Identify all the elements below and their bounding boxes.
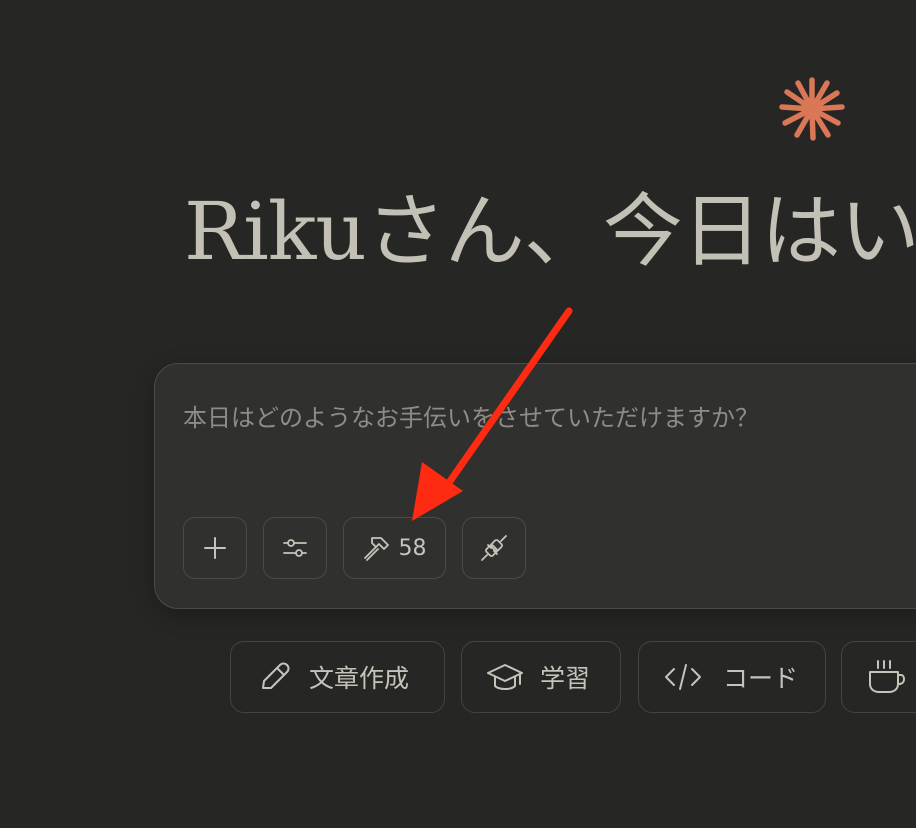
chip-life[interactable]	[841, 641, 916, 713]
code-brackets-icon	[665, 664, 701, 690]
sliders-icon	[283, 539, 307, 557]
tools-button[interactable]: 58	[343, 517, 446, 579]
hammer-icon	[363, 537, 389, 561]
chip-code-label: コード	[723, 664, 799, 693]
message-input[interactable]	[183, 398, 916, 438]
plug-icon	[481, 535, 507, 561]
pencil-icon	[262, 662, 290, 689]
chip-write-label: 文章作成	[309, 664, 410, 693]
coffee-cup-icon	[869, 660, 905, 693]
spark-logo-icon	[779, 77, 845, 141]
add-button[interactable]	[183, 517, 247, 579]
composer: 58	[154, 363, 916, 609]
chip-learn[interactable]: 学習	[461, 641, 621, 713]
connectors-button[interactable]	[462, 517, 526, 579]
settings-button[interactable]	[263, 517, 327, 579]
tools-count: 58	[398, 535, 427, 561]
chip-learn-label: 学習	[540, 664, 591, 693]
graduation-cap-icon	[487, 664, 523, 690]
chip-code[interactable]: コード	[638, 641, 826, 713]
greeting-title: Rikuさん、今日はい	[184, 185, 916, 278]
chip-write[interactable]: 文章作成	[230, 641, 445, 713]
plus-icon	[204, 537, 226, 559]
